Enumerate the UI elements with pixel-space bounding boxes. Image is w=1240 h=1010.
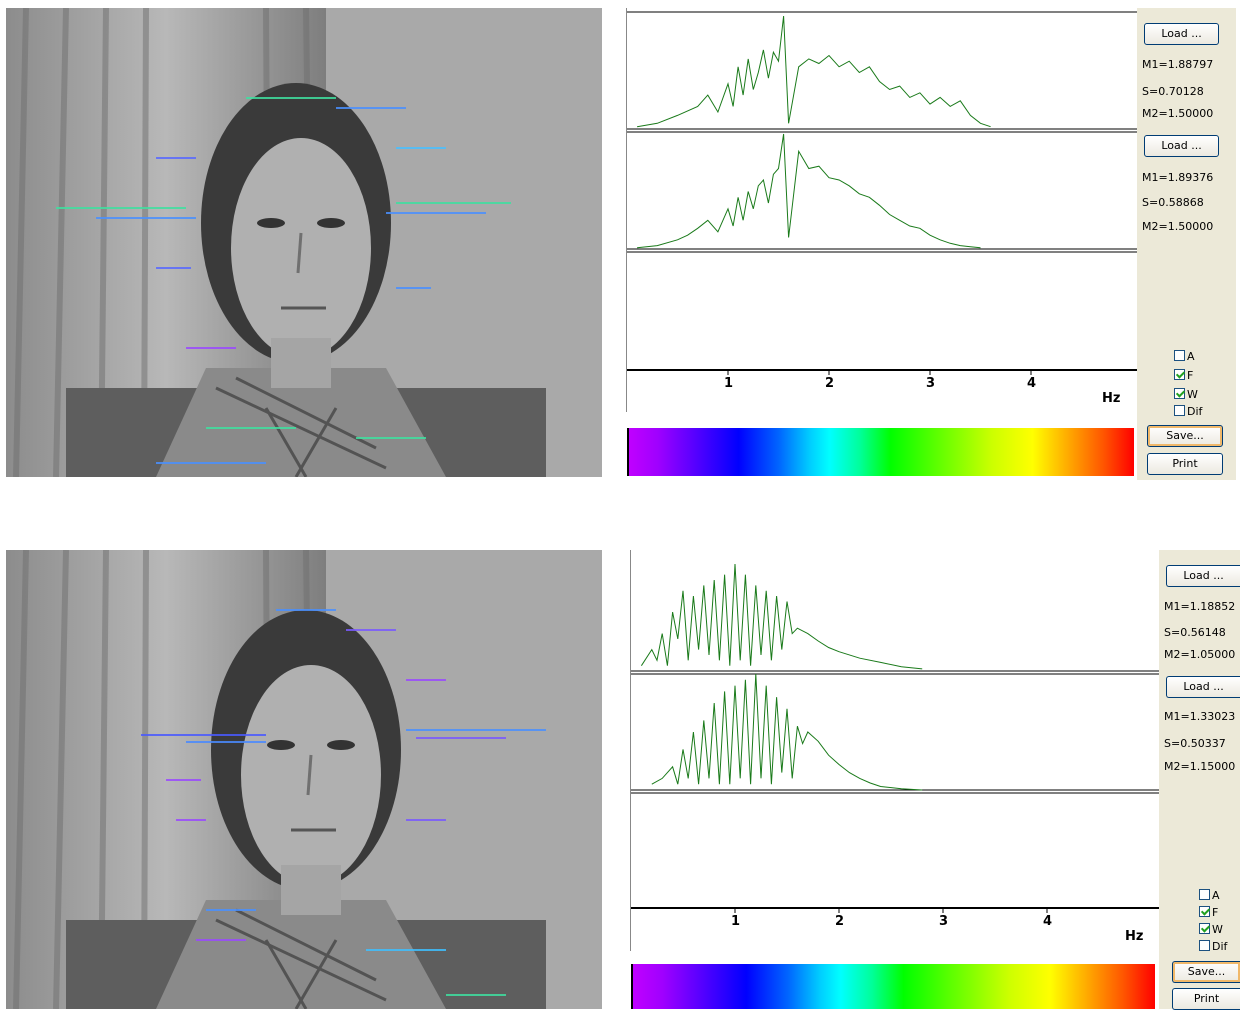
checkbox-f[interactable]: F: [1199, 906, 1218, 920]
x-tick-label: 3: [926, 376, 935, 391]
spectrum-line: [637, 133, 981, 249]
checkbox-f-box[interactable]: [1199, 906, 1210, 917]
load-button-1[interactable]: Load ...: [1166, 565, 1240, 587]
side-toolbar-top: Load ... M1=1.88797 S=0.70128 M2=1.50000…: [1137, 8, 1236, 480]
color-scale-bar-bottom: [631, 964, 1155, 1009]
spectrum-graph-bottom: 1 2 3 4 Hz: [630, 550, 1159, 951]
face-image-bottom: [6, 550, 602, 1009]
x-tick-label: 1: [724, 376, 733, 391]
load-button-1[interactable]: Load ...: [1144, 23, 1219, 45]
x-tick-label: 3: [939, 914, 948, 929]
load-button-2[interactable]: Load ...: [1166, 676, 1240, 698]
m2-value: M2=1.50000: [1142, 107, 1214, 120]
checkbox-a-box[interactable]: [1174, 350, 1185, 361]
checkbox-dif[interactable]: Dif: [1199, 940, 1227, 954]
m1-value: M1=1.88797: [1142, 58, 1214, 71]
save-button[interactable]: Save...: [1147, 425, 1223, 447]
checkbox-dif-label: Dif: [1212, 940, 1228, 953]
checkbox-f[interactable]: F: [1174, 369, 1193, 383]
m2-value: M2=1.50000: [1142, 220, 1214, 233]
checkbox-f-box[interactable]: [1174, 369, 1185, 380]
checkbox-a[interactable]: A: [1174, 350, 1195, 364]
x-tick-label: 1: [731, 914, 740, 929]
checkbox-dif-label: Dif: [1187, 405, 1203, 418]
spectrum-line: [637, 15, 991, 128]
checkbox-a[interactable]: A: [1199, 889, 1220, 903]
save-button[interactable]: Save...: [1172, 961, 1240, 983]
x-tick-label: 4: [1043, 914, 1052, 929]
face-photo-top: [6, 8, 602, 477]
s-value: S=0.56148: [1164, 626, 1226, 639]
face-image-top: [6, 8, 602, 477]
m1-value: M1=1.89376: [1142, 171, 1214, 184]
x-tick-label: 4: [1027, 376, 1036, 391]
checkbox-w-label: W: [1212, 923, 1223, 936]
axis-unit-label: Hz: [1125, 929, 1143, 944]
color-scale-bar-top: [627, 428, 1134, 476]
checkbox-w[interactable]: W: [1174, 388, 1198, 402]
checkbox-a-label: A: [1212, 889, 1220, 902]
m2-value: M2=1.05000: [1164, 648, 1236, 661]
s-value: S=0.70128: [1142, 85, 1204, 98]
checkbox-w[interactable]: W: [1199, 923, 1223, 937]
m1-value: M1=1.18852: [1164, 600, 1236, 613]
checkbox-w-box[interactable]: [1174, 388, 1185, 399]
load-button-2[interactable]: Load ...: [1144, 135, 1219, 157]
checkbox-w-box[interactable]: [1199, 923, 1210, 934]
side-toolbar-bottom: Load ... M1=1.18852 S=0.56148 M2=1.05000…: [1159, 550, 1240, 1010]
s-value: S=0.50337: [1164, 737, 1226, 750]
m2-value: M2=1.15000: [1164, 760, 1236, 773]
spectrum-line: [640, 563, 923, 670]
checkbox-a-label: A: [1187, 350, 1195, 363]
x-tick-label: 2: [825, 376, 834, 391]
spectrum-line: [651, 673, 923, 791]
spectrum-graph-top: 1 2 3 4 Hz: [626, 8, 1137, 412]
m1-value: M1=1.33023: [1164, 710, 1236, 723]
x-tick-label: 2: [835, 914, 844, 929]
print-button[interactable]: Print: [1147, 453, 1223, 475]
checkbox-f-label: F: [1187, 369, 1194, 382]
axis-unit-label: Hz: [1102, 391, 1120, 406]
checkbox-dif-box[interactable]: [1174, 405, 1185, 416]
checkbox-a-box[interactable]: [1199, 889, 1210, 900]
spectrum-plot-bottom: 1 2 3 4 Hz: [631, 563, 1159, 944]
checkbox-dif-box[interactable]: [1199, 940, 1210, 951]
s-value: S=0.58868: [1142, 196, 1204, 209]
spectrum-plot-top: 1 2 3 4 Hz: [627, 11, 1137, 406]
print-button[interactable]: Print: [1172, 988, 1240, 1010]
checkbox-w-label: W: [1187, 388, 1198, 401]
checkbox-f-label: F: [1212, 906, 1219, 919]
checkbox-dif[interactable]: Dif: [1174, 405, 1202, 419]
face-photo-bottom: [6, 550, 602, 1009]
